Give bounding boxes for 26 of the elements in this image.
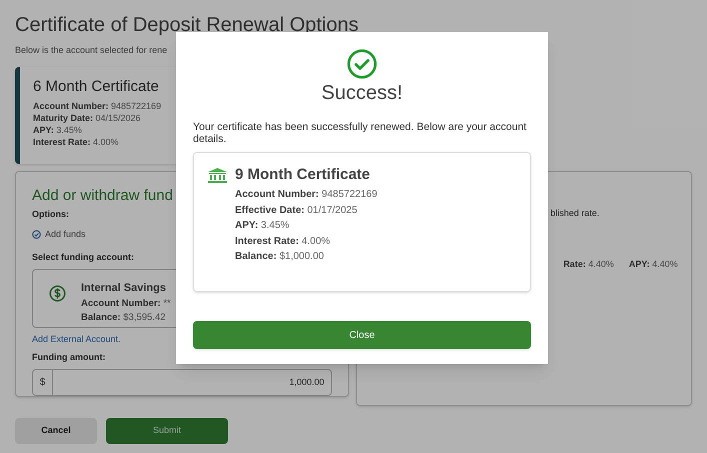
funding-amount-value: 1,000.00	[288, 376, 326, 389]
detail-field: Balance: $3,595.42	[81, 311, 166, 325]
currency-prefix: $	[33, 370, 53, 394]
detail-field: Interest Rate: 4.00%	[235, 234, 330, 249]
detail-field: APY: 4.40%	[628, 258, 678, 272]
detail-field: Maturity Date: 04/15/2026	[33, 112, 141, 124]
funding-amount-label: Funding amount:	[32, 350, 106, 364]
options-label: Options:	[32, 208, 69, 221]
detail-field: Balance: $1,000.00	[235, 249, 324, 264]
detail-field: Interest Rate: 4.00%	[33, 136, 119, 148]
dialog-message: Your certificate has been successfully renewed. Below are your account details.	[193, 121, 528, 145]
funding-label: Select funding account:	[32, 250, 134, 264]
page-title: Certificate of Deposit Renewal Options	[15, 13, 360, 38]
detail-field: Account Number: **	[81, 297, 171, 311]
detail-field: Account Number: 9485722169	[235, 187, 378, 202]
detail-field: APY: 3.45%	[235, 218, 290, 234]
funds-heading: Add or withdraw fund	[32, 186, 173, 206]
account-name: Internal Savings	[81, 281, 166, 296]
dialog-title: Success!	[321, 81, 403, 106]
detail-field: Rate: 4.40%	[563, 258, 614, 272]
page-subtitle: Below is the account selected for rene	[15, 44, 168, 57]
certificate-title: 9 Month Certificate	[235, 166, 370, 184]
rate-note: blished rate.	[550, 206, 600, 220]
detail-field: APY: 3.45%	[33, 124, 82, 136]
detail-field: Account Number: 9485722169	[33, 100, 162, 112]
detail-field: Effective Date: 01/17/2025	[235, 202, 358, 218]
